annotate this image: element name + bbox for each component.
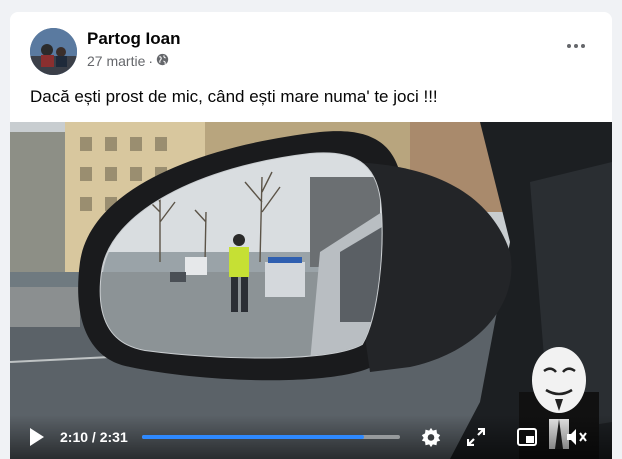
author-avatar[interactable]: [30, 28, 77, 75]
video-controls: 2:10 / 2:31: [10, 415, 612, 459]
post-meta: 27 martie ·: [87, 53, 169, 69]
globe-icon[interactable]: [156, 53, 169, 69]
fullscreen-icon[interactable]: [466, 427, 486, 451]
time-separator: /: [88, 429, 100, 445]
avatar-image: [30, 28, 77, 75]
post-caption: Dacă ești prost de mic, când ești mare n…: [30, 87, 438, 106]
more-options-icon[interactable]: [558, 36, 594, 56]
post-card: Partog Ioan 27 martie · Dacă ești prost …: [10, 12, 612, 459]
progress-fill: [142, 435, 365, 439]
video-time: 2:10 / 2:31: [60, 429, 128, 445]
current-time: 2:10: [60, 429, 89, 445]
progress-track[interactable]: [142, 435, 400, 439]
settings-gear-icon[interactable]: [420, 426, 442, 453]
play-icon[interactable]: [28, 427, 46, 452]
video-player[interactable]: 2:10 / 2:31: [10, 122, 612, 459]
post-date[interactable]: 27 martie: [87, 53, 145, 69]
video-frame: [10, 122, 612, 459]
volume-muted-icon[interactable]: [565, 427, 589, 452]
author-name[interactable]: Partog Ioan: [87, 29, 181, 49]
duration: 2:31: [99, 429, 128, 445]
picture-in-picture-icon[interactable]: [517, 428, 537, 451]
meta-separator: ·: [148, 53, 154, 69]
